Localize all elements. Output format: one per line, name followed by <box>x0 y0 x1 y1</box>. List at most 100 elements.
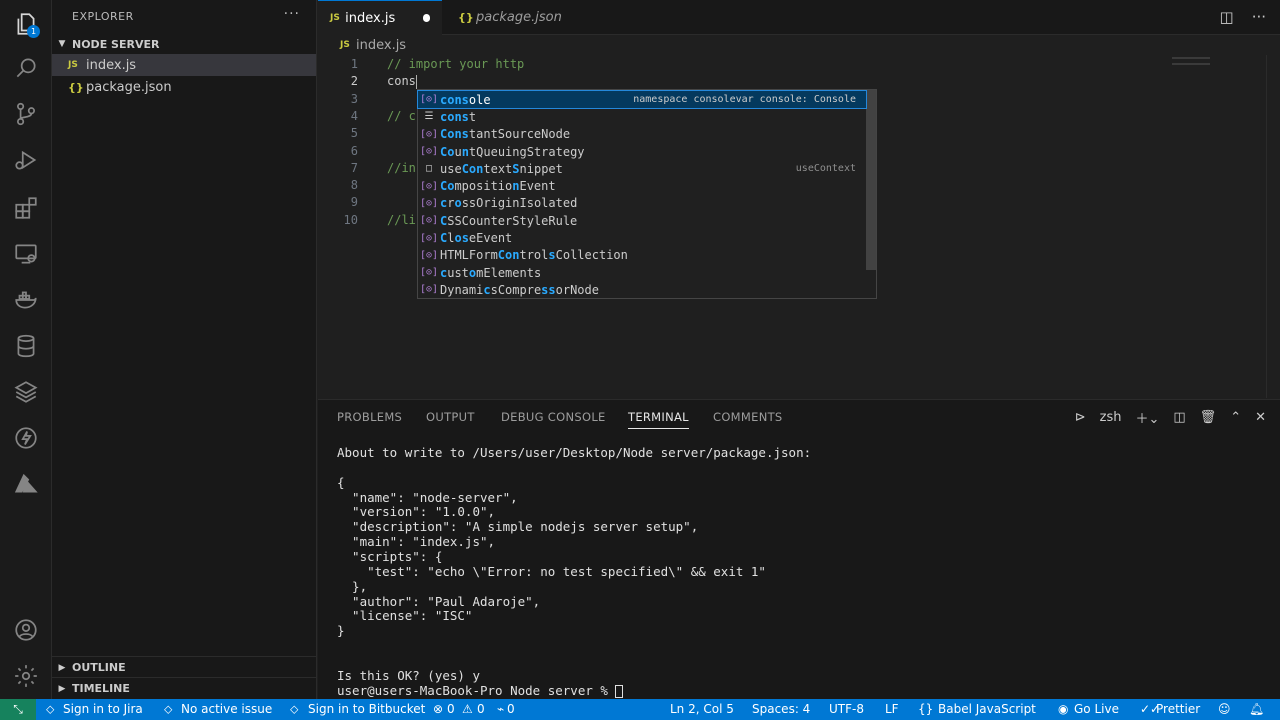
suggest-scrollbar[interactable] <box>866 90 876 270</box>
timeline-section[interactable]: ▶ TIMELINE <box>52 677 317 699</box>
terminal-line: "scripts": { <box>337 549 442 564</box>
new-terminal-icon[interactable]: ＋⌄ <box>1135 408 1159 427</box>
tab-terminal[interactable]: TERMINAL <box>628 410 689 429</box>
js-file-icon: JS <box>68 60 78 70</box>
run-debug-icon[interactable] <box>10 144 42 176</box>
line-ending[interactable]: LF <box>885 702 899 716</box>
maximize-panel-icon[interactable]: ⌃ <box>1230 410 1241 425</box>
tab-comments[interactable]: COMMENTS <box>713 410 783 424</box>
folder-node-server[interactable]: ▼ NODE SERVER <box>52 33 317 55</box>
line-number: 3 <box>350 91 358 106</box>
file-package-json[interactable]: {} package.json <box>52 76 316 98</box>
line-number: 9 <box>350 195 358 210</box>
cursor-position[interactable]: Ln 2, Col 5 <box>670 702 734 716</box>
breadcrumb[interactable]: JS index.js <box>340 36 406 54</box>
suggestion-item[interactable]: [⊙] HTMLFormControlsCollection <box>418 247 866 264</box>
suggestion-item[interactable]: [⊙] ConstantSourceNode <box>418 126 866 143</box>
account-icon[interactable] <box>10 614 42 646</box>
remote-explorer-icon[interactable] <box>10 238 42 270</box>
activity-bar: 1 <box>0 0 52 699</box>
label-part: ole <box>468 92 491 107</box>
more-actions-icon[interactable]: ··· <box>284 6 300 22</box>
lightning-icon[interactable] <box>10 422 42 454</box>
code-line[interactable]: //li <box>387 213 416 227</box>
azure-icon[interactable] <box>10 468 42 500</box>
terminal-text: "license": "ISC" <box>337 608 473 624</box>
split-terminal-icon[interactable]: ◫ <box>1173 410 1185 425</box>
shell-name[interactable]: zsh <box>1100 410 1122 425</box>
terminal-line: } <box>337 623 345 638</box>
suggestion-item[interactable]: ☰ const <box>418 108 866 125</box>
error-icon[interactable]: ⊗ <box>433 702 443 716</box>
go-live-button[interactable]: Go Live <box>1074 702 1119 716</box>
suggestion-item[interactable]: [⊙] CloseEvent <box>418 229 866 246</box>
database-icon[interactable] <box>10 330 42 362</box>
source-control-icon[interactable] <box>10 98 42 130</box>
remote-indicator-icon[interactable]: ⤡ <box>0 699 36 720</box>
outline-section[interactable]: ▶ OUTLINE <box>52 656 317 678</box>
explorer-icon[interactable]: 1 <box>10 8 42 40</box>
file-index-js[interactable]: JS index.js <box>52 54 316 76</box>
line-number: 1 <box>350 57 358 71</box>
suggestion-item[interactable]: [⊙] CountQueuingStrategy <box>418 143 866 160</box>
suggestion-item[interactable]: [⊙] CompositionEvent <box>418 178 866 195</box>
suggestion-item[interactable]: [⊙] crossOriginIsolated <box>418 195 866 212</box>
editor-scrollbar[interactable] <box>1266 55 1280 398</box>
file-label: package.json <box>86 79 172 95</box>
close-panel-icon[interactable]: ✕ <box>1255 410 1266 425</box>
suggestion-item[interactable]: [⊙] CSSCounterStyleRule <box>418 212 866 229</box>
terminal-line: "main": "index.js", <box>337 534 495 549</box>
extensions-icon[interactable] <box>10 192 42 224</box>
more-actions-icon[interactable]: ··· <box>1252 8 1266 26</box>
minimap[interactable] <box>1172 57 1210 65</box>
label-part: sCompre <box>490 282 542 297</box>
tab-index-js[interactable]: JS index.js <box>318 0 442 35</box>
line-number: 8 <box>350 178 358 193</box>
suggestion-item[interactable]: [⊙] customElements <box>418 264 866 281</box>
terminal-line: "description": "A simple nodejs server s… <box>337 519 698 534</box>
code-line[interactable]: cons <box>387 74 417 89</box>
issue-icon: ⬦ <box>164 702 173 716</box>
breadcrumb-file[interactable]: index.js <box>356 38 406 53</box>
layers-icon[interactable] <box>10 376 42 408</box>
code-line[interactable]: //in <box>387 161 416 175</box>
notifications-bell-icon[interactable]: 🔔︎ <box>1249 702 1264 716</box>
chevron-down-icon: ▼ <box>58 39 66 49</box>
label-part: Dynami <box>440 282 484 297</box>
variable-icon: [⊙] <box>419 232 439 244</box>
suggestion-label: HTMLFormControlsCollection <box>440 248 856 262</box>
jira-signin[interactable]: Sign in to Jira <box>63 702 143 716</box>
suggestion-item[interactable]: [⊙] console namespace consolevar console: … <box>417 89 867 110</box>
code-line[interactable]: // import your http <box>387 57 524 71</box>
feedback-icon[interactable]: ☺ <box>1218 702 1231 716</box>
tab-package-json[interactable]: {} package.json <box>446 0 574 35</box>
language-mode[interactable]: Babel JavaScript <box>938 702 1036 716</box>
label-part: Event <box>519 179 556 194</box>
tab-debug-console[interactable]: DEBUG CONSOLE <box>501 410 606 424</box>
prettier-button[interactable]: Prettier <box>1156 702 1200 716</box>
ports-count[interactable]: 0 <box>507 702 515 716</box>
search-icon[interactable] <box>10 52 42 84</box>
suggestion-item[interactable]: [⊙] DynamicsCompressorNode <box>418 281 866 298</box>
docker-icon[interactable] <box>10 284 42 316</box>
suggestion-label: useContextSnippet <box>440 162 796 176</box>
split-editor-icon[interactable]: ◫ <box>1220 8 1234 26</box>
tab-label: index.js <box>345 10 396 26</box>
warning-count[interactable]: 0 <box>477 702 485 716</box>
suggestion-item[interactable]: □ useContextSnippet useContext <box>418 160 866 177</box>
settings-gear-icon[interactable] <box>10 660 42 692</box>
tab-output[interactable]: OUTPUT <box>426 410 475 424</box>
error-count[interactable]: 0 <box>447 702 455 716</box>
trash-icon[interactable]: 🗑 <box>1200 410 1217 425</box>
active-issue[interactable]: No active issue <box>181 702 272 716</box>
tab-problems[interactable]: PROBLEMS <box>337 410 402 424</box>
bitbucket-signin[interactable]: Sign in to Bitbucket <box>308 702 425 716</box>
encoding[interactable]: UTF-8 <box>829 702 864 716</box>
code-line[interactable]: // c <box>387 109 416 123</box>
warning-icon[interactable]: ⚠ <box>462 702 473 716</box>
ports-icon: ⌁ <box>497 702 505 716</box>
indentation[interactable]: Spaces: 4 <box>752 702 810 716</box>
variable-icon: [⊙] <box>419 146 439 158</box>
unsaved-dot-icon[interactable] <box>423 14 430 22</box>
bottom-panel: PROBLEMS OUTPUT DEBUG CONSOLE TERMINAL C… <box>318 399 1280 699</box>
